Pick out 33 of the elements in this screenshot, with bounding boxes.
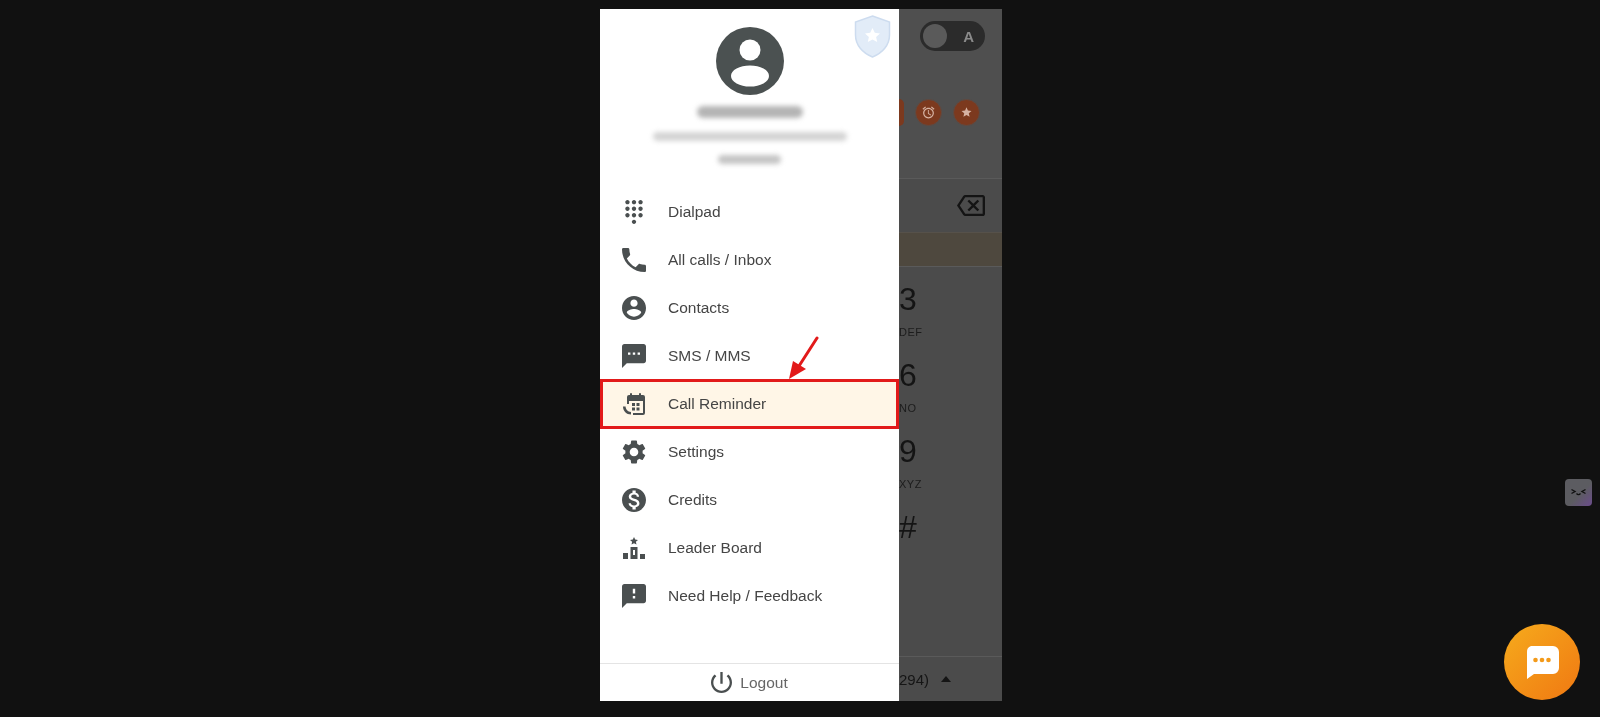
caret-up-icon xyxy=(941,676,952,682)
menu-item[interactable]: Contacts xyxy=(600,284,899,332)
shield-star-icon xyxy=(854,15,891,58)
menu-item[interactable]: Call Reminder xyxy=(600,379,899,429)
dollar-coin-icon xyxy=(622,488,646,512)
backspace-icon xyxy=(957,195,985,216)
menu-item[interactable]: Dialpad xyxy=(600,188,899,236)
dialpad-icon xyxy=(622,200,646,224)
partial-round-icon xyxy=(899,99,904,126)
speech-bubble-icon xyxy=(1525,645,1559,679)
alarm-clock-icon xyxy=(915,99,942,126)
menu-item[interactable]: Leader Board xyxy=(600,524,899,572)
annotation-arrow xyxy=(786,336,820,380)
keypad-digit: # xyxy=(899,510,917,544)
feedback-icon xyxy=(622,584,646,608)
keypad-digit: 9 xyxy=(899,434,917,468)
calendar-phone-icon xyxy=(622,392,646,416)
menu-item[interactable]: Settings xyxy=(600,428,899,476)
keypad-digit: 6 xyxy=(899,358,917,392)
chat-bubble-icon xyxy=(622,344,646,368)
squinting-face-icon[interactable] xyxy=(1565,479,1592,506)
settings-icon xyxy=(622,440,646,464)
theme-toggle[interactable]: A xyxy=(920,21,985,51)
keypad-digit: 3 xyxy=(899,282,917,316)
power-icon xyxy=(711,672,733,693)
phone-icon xyxy=(622,248,646,272)
user-avatar xyxy=(715,27,784,95)
menu-item[interactable]: Need Help / Feedback xyxy=(600,572,899,620)
menu-item[interactable]: All calls / Inbox xyxy=(600,236,899,284)
menu-item[interactable]: SMS / MMS xyxy=(600,332,899,380)
menu-item[interactable]: Credits xyxy=(600,476,899,524)
blurred-status xyxy=(718,155,781,164)
podium-star-icon xyxy=(622,536,646,560)
